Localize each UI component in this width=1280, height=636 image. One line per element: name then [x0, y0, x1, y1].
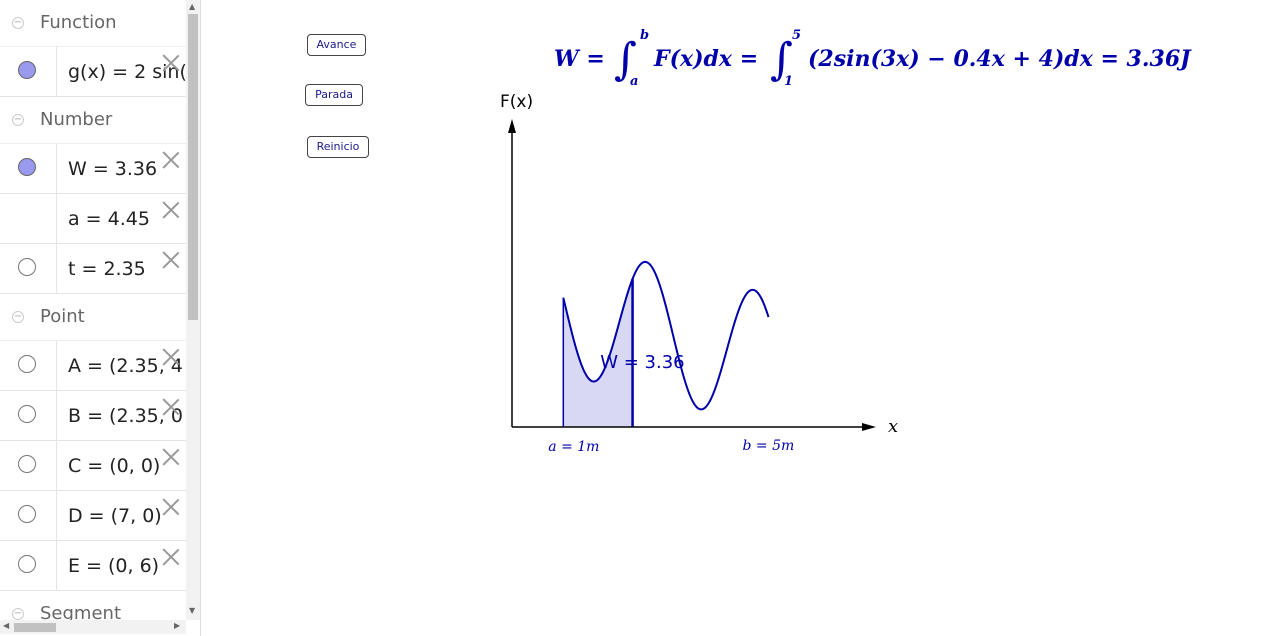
visibility-toggle-icon[interactable]: [18, 555, 36, 573]
item-marker[interactable]: [0, 491, 57, 540]
delete-icon[interactable]: [162, 548, 180, 566]
algebra-item[interactable]: E = (0, 6): [0, 541, 186, 591]
delete-icon[interactable]: [162, 201, 180, 219]
y-axis-arrow-icon: [508, 119, 516, 133]
delete-icon[interactable]: [162, 151, 180, 169]
group-title: Point: [40, 306, 85, 327]
delete-icon[interactable]: [162, 448, 180, 466]
a-limit-label: a = 1m: [548, 439, 599, 455]
item-marker[interactable]: [0, 47, 57, 96]
scroll-left-icon[interactable]: ◀: [3, 621, 9, 630]
visibility-toggle-icon[interactable]: [18, 355, 36, 373]
b-limit-label: b = 5m: [743, 438, 795, 454]
collapse-toggle-icon[interactable]: −: [12, 311, 24, 323]
visibility-toggle-icon[interactable]: [18, 158, 36, 176]
algebra-item[interactable]: W = 3.36: [0, 144, 186, 194]
horizontal-scrollbar[interactable]: ◀ ▶: [0, 620, 186, 634]
vertical-scrollbar[interactable]: ▲ ▼: [186, 0, 200, 620]
scroll-right-icon[interactable]: ▶: [174, 621, 180, 630]
collapse-toggle-icon[interactable]: −: [12, 17, 24, 29]
algebra-item[interactable]: g(x) = 2 sin(3x) − 0.4x + 4: [0, 47, 186, 97]
work-value-label: W = 3.36: [600, 352, 684, 373]
visibility-toggle-icon[interactable]: [18, 455, 36, 473]
item-marker[interactable]: [0, 441, 57, 490]
item-marker[interactable]: [0, 244, 57, 293]
visibility-toggle-icon[interactable]: [18, 61, 36, 79]
x-axis-arrow-icon: [862, 423, 876, 431]
algebra-list: − Function g(x) = 2 sin(3x) − 0.4x + 4 − Num…: [0, 0, 186, 620]
collapse-toggle-icon[interactable]: −: [12, 114, 24, 126]
item-marker[interactable]: [0, 144, 57, 193]
algebra-item[interactable]: t = 2.35: [0, 244, 186, 294]
scroll-up-icon[interactable]: ▲: [189, 2, 195, 11]
delete-icon[interactable]: [162, 54, 180, 72]
group-title: Function: [40, 12, 117, 33]
algebra-group-segment[interactable]: − Segment: [0, 591, 186, 620]
item-marker[interactable]: [0, 194, 57, 243]
x-axis-label: x: [888, 416, 898, 437]
algebra-view: − Function g(x) = 2 sin(3x) − 0.4x + 4 − Num…: [0, 0, 201, 636]
item-marker[interactable]: [0, 541, 57, 590]
algebra-item[interactable]: D = (7, 0): [0, 491, 186, 541]
delete-icon[interactable]: [162, 348, 180, 366]
group-title: Number: [40, 109, 113, 130]
delete-icon[interactable]: [162, 398, 180, 416]
y-axis-label: F(x): [500, 92, 533, 112]
visibility-toggle-icon[interactable]: [18, 258, 36, 276]
algebra-group-function[interactable]: − Function: [0, 0, 186, 47]
delete-icon[interactable]: [162, 498, 180, 516]
scroll-down-icon[interactable]: ▼: [189, 606, 195, 615]
item-marker[interactable]: [0, 391, 57, 440]
item-marker[interactable]: [0, 341, 57, 390]
vertical-scroll-thumb[interactable]: [188, 14, 198, 320]
algebra-item[interactable]: C = (0, 0): [0, 441, 186, 491]
algebra-item[interactable]: B = (2.35, 0: [0, 391, 186, 441]
collapse-toggle-icon[interactable]: −: [12, 608, 24, 620]
visibility-toggle-icon[interactable]: [18, 405, 36, 423]
algebra-item[interactable]: a = 4.45: [0, 194, 186, 244]
graphics-view[interactable]: Avance Parada Reinicio W = ∫ b a F(x)dx …: [206, 0, 1280, 636]
algebra-item[interactable]: A = (2.35, 4: [0, 341, 186, 391]
visibility-toggle-icon[interactable]: [18, 505, 36, 523]
work-plot[interactable]: F(x) x a = 1m b = 5m W = 3.36: [206, 0, 1280, 636]
horizontal-scroll-thumb[interactable]: [14, 623, 56, 632]
algebra-group-point[interactable]: − Point: [0, 294, 186, 341]
group-title: Segment: [40, 603, 121, 620]
algebra-group-number[interactable]: − Number: [0, 97, 186, 144]
delete-icon[interactable]: [162, 251, 180, 269]
